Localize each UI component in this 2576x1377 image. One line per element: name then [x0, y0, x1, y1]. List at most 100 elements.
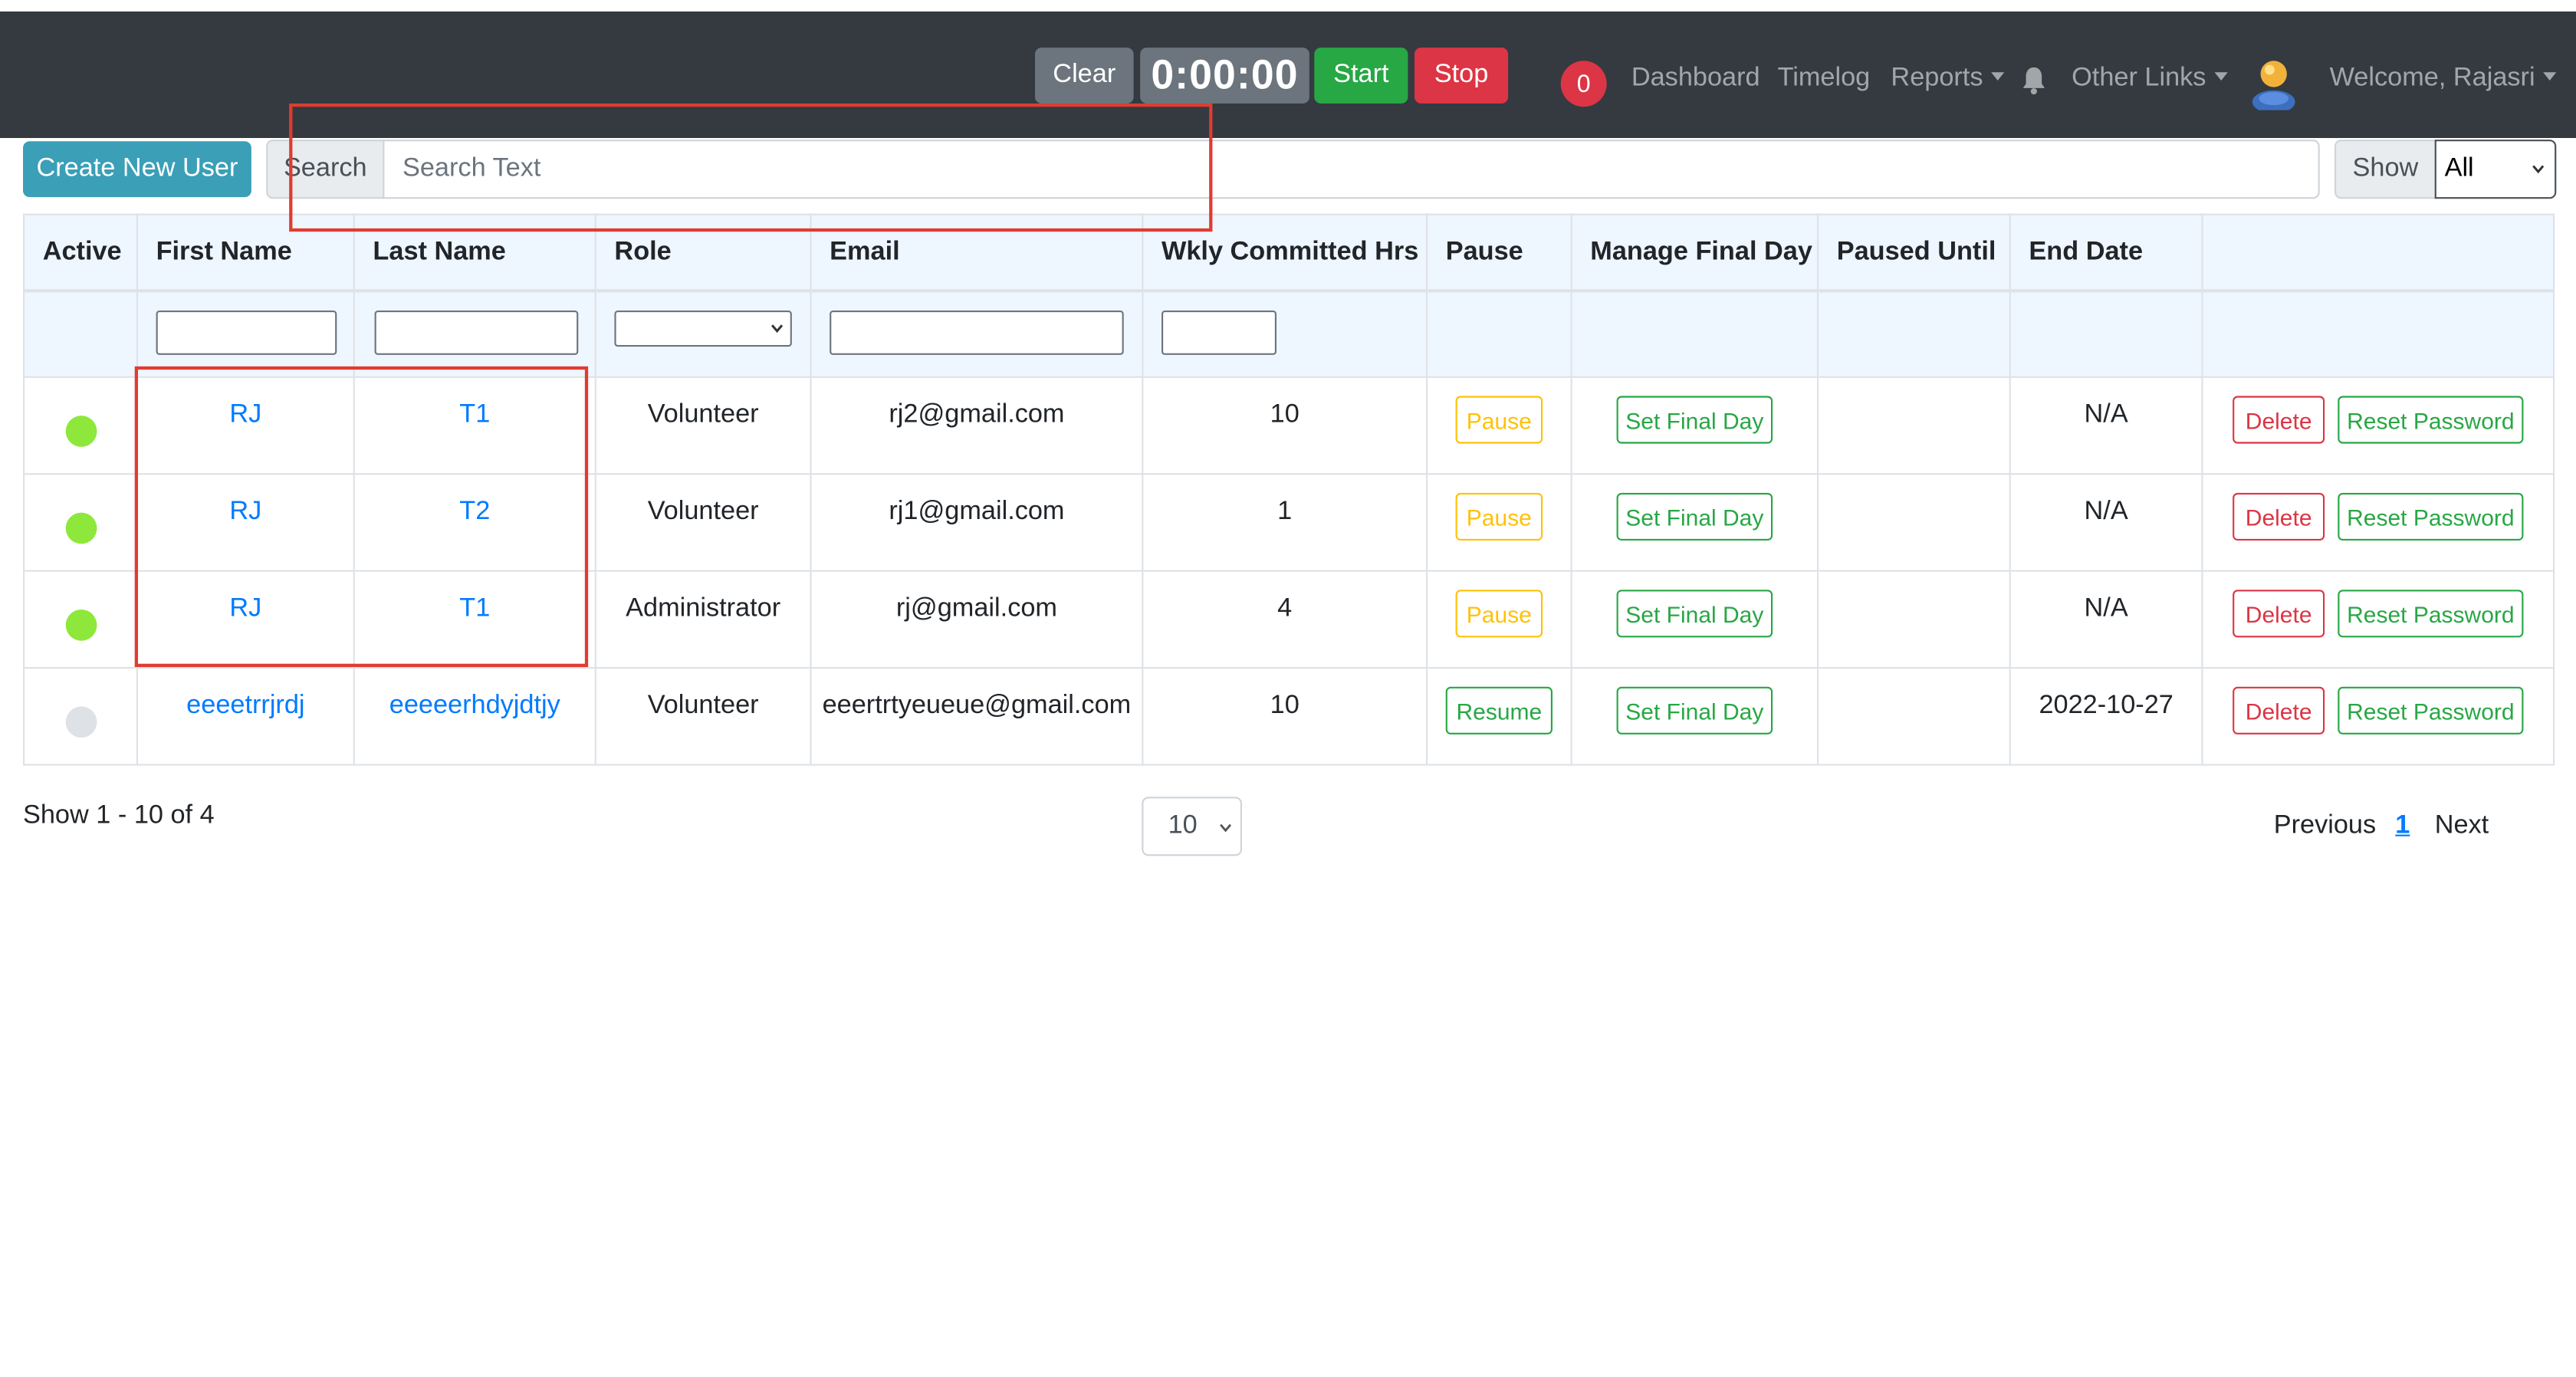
pause-button[interactable]: Pause [1455, 492, 1543, 541]
show-filter-select[interactable]: All [2434, 140, 2557, 199]
set-final-day-button[interactable]: Set Final Day [1616, 492, 1773, 541]
delete-user-button[interactable]: Delete [2233, 590, 2325, 638]
column-header-weekly-hours[interactable]: Wkly Committed Hrs [1142, 213, 1428, 293]
final-day-cell: Set Final Day [1570, 376, 1819, 475]
first-name-link[interactable]: eeeetrrjrdj [186, 692, 304, 719]
pause-cell: Pause [1425, 376, 1572, 475]
first-name-link[interactable]: RJ [229, 498, 261, 525]
page-size-select[interactable]: 10 [1142, 797, 1242, 856]
last-name-link[interactable]: T1 [459, 401, 490, 429]
first-name-filter-input[interactable] [156, 311, 337, 355]
filter-cell [136, 290, 355, 378]
nav-other-links-dropdown[interactable]: Other Links [2072, 64, 2228, 94]
active-cell [22, 473, 138, 572]
pause-button[interactable]: Pause [1455, 396, 1543, 444]
nav-reports-dropdown[interactable]: Reports [1891, 64, 2005, 94]
bell-icon[interactable] [2021, 66, 2047, 96]
last-name-link[interactable]: T2 [459, 498, 490, 525]
pause-cell: Pause [1425, 570, 1572, 669]
set-final-day-button[interactable]: Set Final Day [1616, 396, 1773, 444]
filter-cell [810, 290, 1144, 378]
paused-until-cell [1816, 473, 2011, 572]
filter-cell-empty [2009, 290, 2203, 378]
reset-password-button[interactable]: Reset Password [2338, 492, 2524, 541]
active-cell [22, 570, 138, 669]
caret-down-icon [1991, 72, 2005, 81]
welcome-user-dropdown[interactable]: Welcome, Rajasri [2330, 64, 2557, 94]
reset-password-button[interactable]: Reset Password [2338, 686, 2524, 735]
search-input[interactable] [383, 140, 2320, 199]
caret-down-icon [2214, 72, 2228, 81]
delete-user-button[interactable]: Delete [2233, 686, 2325, 735]
notification-count-badge[interactable]: 0 [1560, 61, 1607, 107]
page-size-value: 10 [1168, 811, 1198, 840]
reset-password-button[interactable]: Reset Password [2338, 590, 2524, 638]
delete-user-button[interactable]: Delete [2233, 492, 2325, 541]
paused-until-cell [1816, 666, 2011, 766]
active-status-dot [64, 610, 97, 641]
end-date-cell: N/A [2009, 570, 2203, 669]
nav-reports-label: Reports [1891, 64, 1983, 92]
resume-button[interactable]: Resume [1445, 686, 1552, 735]
weekly-hours-cell: 1 [1142, 473, 1428, 572]
column-header-role[interactable]: Role [594, 213, 812, 293]
last-name-link[interactable]: eeeeerhdyjdtjy [389, 692, 560, 719]
nav-dashboard-link[interactable]: Dashboard [1631, 64, 1760, 94]
clear-timer-button[interactable]: Clear [1035, 48, 1134, 104]
active-status-dot [64, 416, 97, 447]
column-header-first-name[interactable]: First Name [136, 213, 355, 293]
first-name-link[interactable]: RJ [229, 595, 261, 623]
next-page-link[interactable]: Next [2435, 812, 2489, 842]
role-cell: Volunteer [594, 376, 812, 475]
role-cell: Volunteer [594, 473, 812, 572]
table-row: eeeetrrjrdj eeeeerhdyjdtjy Volunteer eee… [22, 666, 2555, 766]
end-date-cell: N/A [2009, 473, 2203, 572]
table-header-row: Active First Name Last Name Role Email W… [22, 213, 2555, 293]
table-row: RJ T1 Administrator rj@gmail.com 4 Pause… [22, 570, 2555, 669]
column-header-last-name[interactable]: Last Name [353, 213, 596, 293]
column-header-actions [2201, 213, 2555, 293]
first-name-cell: RJ [136, 570, 355, 669]
filter-cell-empty [22, 290, 138, 378]
final-day-cell: Set Final Day [1570, 570, 1819, 669]
delete-user-button[interactable]: Delete [2233, 396, 2325, 444]
pause-cell: Resume [1425, 666, 1572, 766]
navbar: Clear 0:00:00 Start Stop 0 Dashboard Tim… [0, 12, 2576, 138]
table-row: RJ T1 Volunteer rj2@gmail.com 10 Pause S… [22, 376, 2555, 475]
column-header-end-date: End Date [2009, 213, 2203, 293]
column-header-email[interactable]: Email [810, 213, 1144, 293]
set-final-day-button[interactable]: Set Final Day [1616, 686, 1773, 735]
create-new-user-button[interactable]: Create New User [23, 141, 251, 198]
email-filter-input[interactable] [830, 311, 1124, 355]
active-status-dot [64, 512, 97, 544]
active-cell [22, 376, 138, 475]
stop-timer-button[interactable]: Stop [1414, 48, 1509, 104]
role-filter-select[interactable] [614, 311, 792, 347]
start-timer-button[interactable]: Start [1314, 48, 1408, 104]
set-final-day-button[interactable]: Set Final Day [1616, 590, 1773, 638]
actions-cell: Delete Reset Password [2201, 570, 2555, 669]
nav-timelog-link[interactable]: Timelog [1778, 64, 1871, 94]
last-name-link[interactable]: T1 [459, 595, 490, 623]
current-page-link[interactable]: 1 [2395, 812, 2410, 842]
email-cell: eeertrtyeueue@gmail.com [810, 666, 1144, 766]
last-name-cell: eeeeerhdyjdtjy [353, 666, 596, 766]
pause-button[interactable]: Pause [1455, 590, 1543, 638]
reset-password-button[interactable]: Reset Password [2338, 396, 2524, 444]
column-header-paused-until: Paused Until [1816, 213, 2011, 293]
column-header-active[interactable]: Active [22, 213, 138, 293]
first-name-link[interactable]: RJ [229, 401, 261, 429]
first-name-cell: RJ [136, 473, 355, 572]
table-row: RJ T2 Volunteer rj1@gmail.com 1 Pause Se… [22, 473, 2555, 572]
end-date-cell: 2022-10-27 [2009, 666, 2203, 766]
role-cell: Administrator [594, 570, 812, 669]
user-avatar-icon[interactable] [2251, 54, 2297, 110]
previous-page-link[interactable]: Previous [2274, 812, 2376, 842]
nav-other-links-label: Other Links [2072, 64, 2206, 92]
welcome-label: Welcome, Rajasri [2329, 64, 2535, 92]
filter-cell-empty [1570, 290, 1819, 378]
chevron-down-icon [1220, 823, 1232, 833]
last-name-filter-input[interactable] [374, 311, 579, 355]
column-header-manage-final-day: Manage Final Day [1570, 213, 1819, 293]
hours-filter-input[interactable] [1162, 311, 1276, 355]
